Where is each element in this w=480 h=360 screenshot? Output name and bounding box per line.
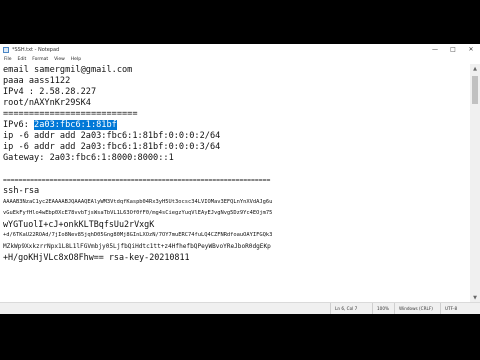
text-editor[interactable]: email samergmil@gmail.com paaa aass1122 …: [0, 64, 470, 302]
text-line: email samergmil@gmail.com: [3, 65, 133, 75]
line-prefix: IPv6:: [3, 120, 35, 130]
cursor-position: Ln 6, Col 7: [330, 303, 357, 314]
maximize-button[interactable]: □: [444, 44, 462, 55]
menu-file[interactable]: File: [4, 57, 12, 62]
text-line: MZkWp9XxkzrrNpx1L8L1lFGVmbjy05LjfbQiHdtc…: [3, 243, 271, 250]
title-bar[interactable]: *SSH.txt - Notepad — □ ✕: [0, 44, 480, 55]
text-line: ssh-rsa: [3, 186, 40, 196]
vertical-scrollbar[interactable]: ▲ ▼: [470, 64, 480, 302]
notepad-icon: [3, 46, 9, 53]
text-line: IPv4 : 2.58.28.227: [3, 87, 97, 97]
text-line: ip -6 addr add 2a03:fbc6:1:81bf:0:0:0:2/…: [3, 131, 221, 141]
text-line: ip -6 addr add 2a03:fbc6:1:81bf:0:0:0:3/…: [3, 142, 221, 152]
menu-help[interactable]: Help: [71, 57, 81, 62]
menu-edit[interactable]: Edit: [18, 57, 27, 62]
menu-format[interactable]: Format: [32, 57, 48, 62]
selected-text: 2a03:fbc6:1:81bf: [34, 120, 117, 130]
scroll-down-icon[interactable]: ▼: [470, 293, 480, 302]
text-line: paaa aass1122: [3, 76, 71, 86]
minimize-button[interactable]: —: [426, 44, 444, 55]
text-line: ========================================…: [3, 176, 271, 184]
status-bar: Ln 6, Col 7 100% Windows (CRLF) UTF-8: [0, 302, 480, 314]
menu-view[interactable]: View: [54, 57, 65, 62]
notepad-window: *SSH.txt - Notepad — □ ✕ File Edit Forma…: [0, 44, 480, 314]
text-line: +d/6TKaU22ROAd/7jIo8Nev85jqhD05Gng80Mj8G…: [3, 232, 273, 238]
zoom-level: 100%: [372, 303, 389, 314]
scroll-up-icon[interactable]: ▲: [470, 64, 480, 73]
close-button[interactable]: ✕: [462, 44, 480, 55]
text-line: wYGTuolI+cJ+onkKLTBqfsUu2rVxgK: [3, 219, 155, 229]
scroll-thumb[interactable]: [472, 76, 478, 104]
encoding: UTF-8: [440, 303, 457, 314]
text-line: +H/goKHjVLc8xO8Fhw== rsa-key-20210811: [3, 252, 190, 262]
text-line: root/nAXYnKr29SK4: [3, 98, 91, 108]
text-line-selected: IPv6: 2a03:fbc6:1:81bf: [3, 120, 117, 131]
window-title: *SSH.txt - Notepad: [12, 46, 60, 53]
window-controls: — □ ✕: [426, 44, 480, 55]
text-line: AAAAB3NzaC1yc2EAAAABJQAAAQEAlyWM3VtdqfKa…: [3, 199, 273, 205]
text-line: ==========================: [3, 109, 138, 119]
text-line: Gateway: 2a03:fbc6:1:8000:8000::1: [3, 153, 174, 163]
line-ending: Windows (CRLF): [394, 303, 433, 314]
text-line: vGuEkFyfHlo4wEbp0XcE78vvbTjsWsaTbVL1L63O…: [3, 210, 273, 216]
